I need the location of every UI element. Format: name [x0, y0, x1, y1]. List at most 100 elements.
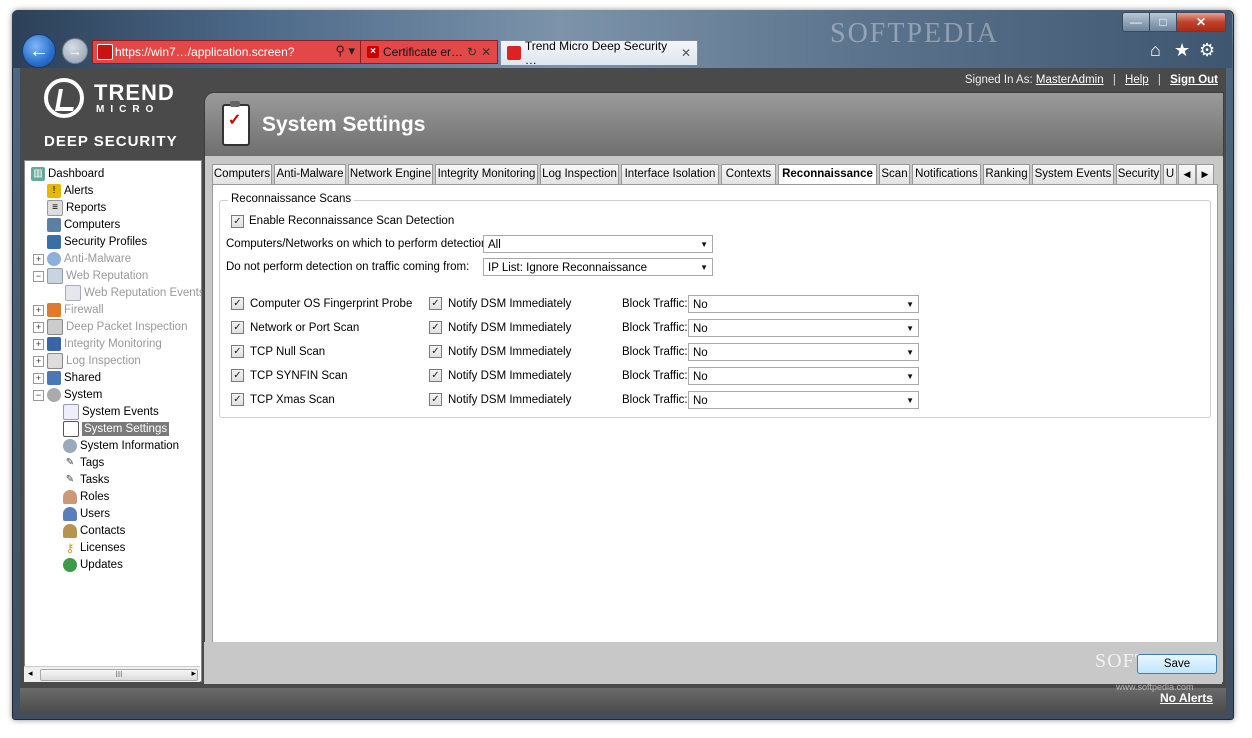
tree-item-system-information[interactable]: System Information	[63, 437, 179, 454]
tree-item-web-reputation[interactable]: Web Reputation	[47, 267, 148, 284]
expand-toggle[interactable]: +	[33, 254, 44, 265]
chevron-down-icon: ▼	[906, 372, 914, 381]
scan-checkbox[interactable]: ✓	[231, 393, 244, 406]
sidebar-horizontal-scrollbar[interactable]: ◂ III ▸	[24, 666, 200, 682]
tree-item-computers[interactable]: Computers	[47, 216, 120, 233]
tree-item-alerts[interactable]: ! Alerts	[47, 182, 93, 199]
tab-security[interactable]: Security	[1116, 164, 1161, 185]
tab-computers[interactable]: Computers	[212, 164, 272, 185]
tab-close-icon[interactable]: ✕	[681, 46, 691, 60]
notify-checkbox[interactable]: ✓	[429, 393, 442, 406]
tree-item-tags[interactable]: ✎ Tags	[63, 454, 105, 471]
tree-item-system-events[interactable]: System Events	[63, 403, 159, 420]
tab-network-engine[interactable]: Network Engine	[348, 164, 433, 185]
scroll-right-icon[interactable]: ▸	[191, 668, 196, 679]
block-select[interactable]: No ▼	[688, 391, 919, 409]
expand-toggle[interactable]: +	[33, 373, 44, 384]
refresh-icon[interactable]: ↻	[467, 45, 477, 59]
tree-item-tasks[interactable]: ✎ Tasks	[63, 471, 110, 488]
back-button[interactable]: ←	[22, 34, 56, 68]
tree-item-integrity-monitoring[interactable]: Integrity Monitoring	[47, 335, 162, 352]
tree-item-licenses[interactable]: ⚷ Licenses	[63, 539, 126, 556]
expand-toggle[interactable]: +	[33, 305, 44, 316]
minimize-button[interactable]: —	[1122, 12, 1150, 32]
tree-item-web-reputation-events[interactable]: Web Reputation Events	[65, 284, 201, 301]
exclude-select[interactable]: IP List: Ignore Reconnaissance ▼	[483, 258, 713, 276]
notify-checkbox[interactable]: ✓	[429, 321, 442, 334]
tree-item-log-inspection[interactable]: Log Inspection	[47, 352, 141, 369]
tab-notifications[interactable]: Notifications	[912, 164, 981, 185]
tree-item-anti-malware[interactable]: Anti-Malware	[47, 250, 131, 267]
tab-scroll-right-icon[interactable]: ▶	[1196, 164, 1214, 185]
tree-item-system[interactable]: System	[47, 386, 102, 403]
notify-checkbox[interactable]: ✓	[429, 369, 442, 382]
certificate-error[interactable]: × Certificate er… ↻ ✕	[360, 40, 498, 64]
browser-tab-active[interactable]: Trend Micro Deep Security … ✕	[500, 39, 698, 67]
tree-item-dashboard[interactable]: ▥ Dashboard	[31, 165, 104, 182]
save-button[interactable]: Save	[1137, 654, 1217, 674]
tree-item-firewall[interactable]: Firewall	[47, 301, 104, 318]
search-dropdown-icon[interactable]: ⚲ ▾	[335, 43, 355, 59]
no-alerts-link[interactable]: No Alerts	[1160, 691, 1213, 705]
expand-toggle[interactable]: +	[33, 339, 44, 350]
notify-checkbox[interactable]: ✓	[429, 297, 442, 310]
tree-item-security-profiles[interactable]: Security Profiles	[47, 233, 147, 250]
block-select[interactable]: No ▼	[688, 319, 919, 337]
home-icon[interactable]: ⌂	[1150, 40, 1161, 61]
tab-system-events[interactable]: System Events	[1032, 164, 1114, 185]
expand-toggle[interactable]: +	[33, 356, 44, 367]
tab-anti-malware[interactable]: Anti-Malware	[274, 164, 346, 185]
tree-item-shared[interactable]: Shared	[47, 369, 101, 386]
scroll-left-icon[interactable]: ◂	[28, 668, 33, 679]
block-select[interactable]: No ▼	[688, 367, 919, 385]
tree-item-users[interactable]: Users	[63, 505, 110, 522]
notify-checkbox[interactable]: ✓	[429, 345, 442, 358]
user-link[interactable]: MasterAdmin	[1036, 74, 1104, 86]
tab-log-inspection[interactable]: Log Inspection	[540, 164, 619, 185]
tab-scroll-left-icon[interactable]: ◀	[1178, 164, 1196, 185]
collapse-toggle[interactable]: −	[33, 390, 44, 401]
scan-checkbox[interactable]: ✓	[231, 345, 244, 358]
scan-checkbox[interactable]: ✓	[231, 369, 244, 382]
key-icon: ⚷	[65, 540, 75, 555]
tree-item-updates[interactable]: Updates	[63, 556, 123, 573]
gear-icon[interactable]: ⚙	[1199, 40, 1215, 61]
status-bar	[20, 688, 1226, 714]
tab-interface-isolation[interactable]: Interface Isolation	[621, 164, 719, 185]
collapse-toggle[interactable]: −	[33, 271, 44, 282]
notify-label: Notify DSM Immediately	[448, 370, 572, 382]
tree-item-contacts[interactable]: Contacts	[63, 522, 125, 539]
tab-ranking[interactable]: Ranking	[983, 164, 1030, 185]
maximize-button[interactable]: □	[1149, 12, 1177, 32]
tab-reconnaissance[interactable]: Reconnaissance	[778, 164, 877, 186]
scan-checkbox[interactable]: ✓	[231, 321, 244, 334]
forward-button[interactable]: →	[62, 38, 88, 64]
scan-checkbox[interactable]: ✓	[231, 297, 244, 310]
scrollbar-thumb[interactable]: III	[40, 669, 198, 681]
favorites-star-icon[interactable]: ★	[1174, 40, 1190, 61]
clipboard-icon	[63, 420, 79, 437]
tab-integrity-monitoring[interactable]: Integrity Monitoring	[435, 164, 538, 185]
tab-scan[interactable]: Scan	[879, 164, 910, 185]
tree-item-deep-packet-inspection[interactable]: Deep Packet Inspection	[47, 318, 187, 335]
tab-contexts[interactable]: Contexts	[721, 164, 776, 185]
tree-item-roles[interactable]: Roles	[63, 488, 109, 505]
close-window-button[interactable]: ✕	[1176, 12, 1226, 32]
address-url[interactable]: https://win7…/application.screen?	[115, 45, 315, 59]
address-bar[interactable]: https://win7…/application.screen? ⚲ ▾	[92, 40, 362, 64]
signed-in-label: Signed In As:	[964, 74, 1033, 86]
block-value: No	[693, 323, 708, 335]
tree-item-reports[interactable]: ≡ Reports	[47, 199, 106, 216]
block-label: Block Traffic:	[622, 322, 688, 334]
block-select[interactable]: No ▼	[688, 295, 919, 313]
help-link[interactable]: Help	[1125, 74, 1149, 86]
expand-toggle[interactable]: +	[33, 322, 44, 333]
sign-out-link[interactable]: Sign Out	[1170, 74, 1218, 86]
tree-item-system-settings[interactable]: System Settings	[63, 420, 170, 437]
enable-recon-checkbox[interactable]: ✓	[231, 215, 244, 228]
chevron-down-icon: ▼	[700, 240, 708, 249]
detect-on-select[interactable]: All ▼	[483, 235, 713, 253]
block-select[interactable]: No ▼	[688, 343, 919, 361]
tab-overflow[interactable]: U	[1163, 164, 1177, 185]
stop-icon[interactable]: ✕	[481, 45, 491, 59]
